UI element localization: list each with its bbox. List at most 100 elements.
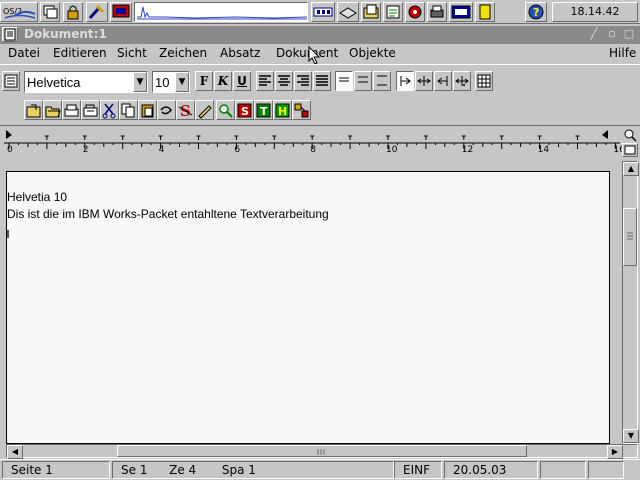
ruler[interactable]: 0 2 4 6 8 10 12 14 16 <box>0 127 640 159</box>
justify-button[interactable] <box>313 71 331 91</box>
fax-button[interactable] <box>81 100 100 120</box>
title-bar[interactable]: Dokument:1 ╱ ▫ □ <box>0 26 640 44</box>
link-button[interactable] <box>292 100 311 120</box>
left-indent-marker[interactable] <box>6 130 12 139</box>
tab-stop-marker[interactable] <box>158 135 163 140</box>
menu-zeichen[interactable]: Zeichen <box>159 46 207 60</box>
tab-right-button[interactable] <box>434 71 452 91</box>
menu-hilfe[interactable]: Hilfe <box>609 46 636 60</box>
tools-button[interactable] <box>86 2 108 22</box>
table-button[interactable] <box>475 71 493 91</box>
format-toolbar: Helvetica ▼ 10 ▼ F K U <box>0 64 640 96</box>
italic-button[interactable]: K <box>214 71 232 91</box>
menu-editieren[interactable]: Editieren <box>53 46 107 60</box>
tab-stop-marker[interactable] <box>310 135 315 140</box>
printer-button[interactable] <box>427 2 447 22</box>
menu-sicht[interactable]: Sicht <box>117 46 147 60</box>
system-monitor-button[interactable] <box>110 2 132 22</box>
settings-button[interactable] <box>405 2 425 22</box>
font-size-select[interactable]: 10 ▼ <box>152 71 190 93</box>
scroll-left-button[interactable]: ◀ <box>7 445 23 459</box>
tab-stop-marker[interactable] <box>348 135 353 140</box>
zoom-button[interactable] <box>622 128 638 142</box>
resize-button[interactable]: ╱ <box>586 27 602 42</box>
cut-button[interactable] <box>100 100 119 120</box>
right-indent-marker[interactable] <box>602 130 608 139</box>
ruler-icon <box>4 74 18 88</box>
tab-stop-marker[interactable] <box>82 135 87 140</box>
menu-objekte[interactable]: Objekte <box>349 46 396 60</box>
horizontal-scrollbar[interactable]: ◀ ▶ <box>6 444 638 459</box>
line-spacing-double-button[interactable] <box>373 71 391 91</box>
minimize-button[interactable]: ▫ <box>604 27 620 42</box>
os2-logo-button[interactable]: OS/2 <box>0 2 38 22</box>
bold-button[interactable]: F <box>195 71 213 91</box>
tab-decimal-button[interactable] <box>453 71 471 91</box>
tab-stop-marker[interactable] <box>386 135 390 140</box>
vertical-scrollbar[interactable]: ▲ ▼ <box>622 161 639 444</box>
draw-button[interactable] <box>195 100 214 120</box>
chart-button[interactable]: H <box>273 100 292 120</box>
vertical-scroll-thumb[interactable] <box>623 208 637 266</box>
chevron-down-icon[interactable]: ▼ <box>175 72 189 92</box>
window-list-button[interactable] <box>40 2 60 22</box>
drives-button[interactable] <box>311 2 335 22</box>
align-right-button[interactable] <box>294 71 312 91</box>
doc-line-2[interactable]: Dis ist die im IBM Works-Packet entahlte… <box>7 207 329 221</box>
help-button[interactable]: ? <box>525 2 547 22</box>
chevron-down-icon[interactable]: ▼ <box>133 72 147 92</box>
align-center-button[interactable] <box>275 71 293 91</box>
tab-stop-marker[interactable] <box>575 135 580 140</box>
folder-button[interactable] <box>361 2 381 22</box>
print-button[interactable] <box>62 100 81 120</box>
status-insert-mode[interactable]: EINF <box>394 461 442 479</box>
tab-stop-marker[interactable] <box>44 135 49 140</box>
doc-line-1[interactable]: Helvetia 10 <box>7 190 67 204</box>
search-button[interactable] <box>216 100 235 120</box>
tab-stop-marker[interactable] <box>120 135 125 140</box>
line-spacing-onehalf-button[interactable] <box>354 71 372 91</box>
lock-button[interactable] <box>63 2 83 22</box>
document-button[interactable] <box>475 2 495 22</box>
underline-button[interactable]: U <box>233 71 251 91</box>
tab-stop-marker[interactable] <box>537 135 542 140</box>
network-button[interactable] <box>449 2 473 22</box>
spellcheck-icon: S <box>178 102 193 119</box>
font-family-select[interactable]: Helvetica ▼ <box>24 71 148 93</box>
ruler-toggle-button[interactable] <box>2 71 20 91</box>
left-arrow-icon: ◀ <box>11 447 19 456</box>
svg-text:OS/2: OS/2 <box>3 7 22 16</box>
tab-stop-marker[interactable] <box>196 135 201 140</box>
scroll-up-button[interactable]: ▲ <box>623 162 639 176</box>
copy-button[interactable] <box>119 100 138 120</box>
notes-button[interactable] <box>383 2 403 22</box>
system-menu-button[interactable] <box>2 27 18 42</box>
menu-datei[interactable]: Datei <box>8 46 40 60</box>
text-button[interactable]: T <box>254 100 273 120</box>
line-spacing-single-button[interactable] <box>335 71 353 91</box>
tab-stop-marker[interactable] <box>234 135 239 140</box>
paste-button[interactable] <box>138 100 157 120</box>
tab-left-button[interactable] <box>396 71 414 91</box>
maximize-button[interactable]: □ <box>621 27 637 42</box>
ruler-toggle[interactable] <box>622 143 638 157</box>
menu-absatz[interactable]: Absatz <box>220 46 260 60</box>
tab-stop-marker[interactable] <box>461 135 466 140</box>
horizontal-scroll-thumb[interactable] <box>117 445 527 457</box>
tab-center-button[interactable] <box>415 71 433 91</box>
align-left-button[interactable] <box>256 71 274 91</box>
open-button[interactable] <box>43 100 62 120</box>
scroll-down-button[interactable]: ▼ <box>623 429 639 443</box>
scroll-right-button[interactable]: ▶ <box>607 445 623 459</box>
document-page[interactable]: Helvetia 10 Dis ist die im IBM Works-Pac… <box>6 171 610 444</box>
spreadsheet-button[interactable]: S <box>235 100 254 120</box>
tab-stop-marker[interactable] <box>499 135 504 140</box>
undo-button[interactable] <box>157 100 176 120</box>
tab-stop-marker[interactable] <box>423 135 428 140</box>
status-bar: Seite 1 Se 1 Ze 4 Spa 1 EINF 20.05.03 <box>0 459 640 480</box>
new-button[interactable] <box>24 100 43 120</box>
disk-button[interactable] <box>337 2 359 22</box>
spellcheck-button[interactable]: S <box>176 100 195 120</box>
tab-stop-marker[interactable] <box>272 135 277 140</box>
cpu-load-graph <box>134 2 308 22</box>
